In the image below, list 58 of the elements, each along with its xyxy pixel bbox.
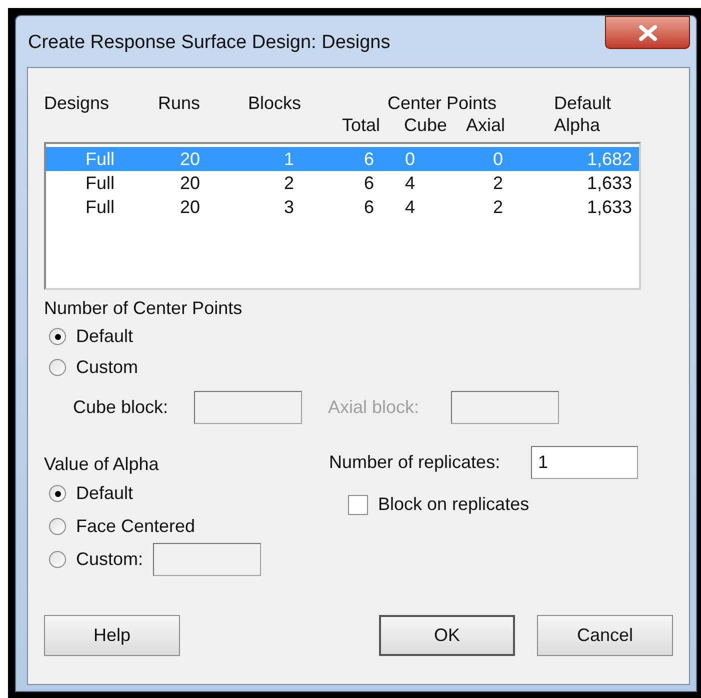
section-label: Number of Center Points [44, 297, 244, 320]
table-cell-text: Full [84, 196, 116, 219]
column-header: Axial [466, 114, 506, 136]
table-cell-text: Full [84, 148, 116, 171]
table-cell-text: 20 [178, 148, 202, 171]
table-cell-text: 20 [178, 196, 202, 219]
radio-button[interactable] [49, 551, 66, 568]
table-cell-text: 2 [282, 172, 295, 195]
dialog-button[interactable]: Help [44, 615, 180, 656]
table-cell-text: 1 [282, 148, 295, 171]
column-header: Designs [44, 92, 110, 115]
table-cell-text: 1,633 [586, 172, 632, 195]
checkbox-label: Block on replicates [378, 493, 530, 516]
table-cell-text: 1,682 [586, 148, 632, 171]
dialog-button[interactable]: Cancel [537, 615, 673, 656]
window-title: Create Response Surface Design: Designs [28, 31, 390, 55]
radio-label: Custom [76, 356, 138, 379]
radio-label: Custom: [76, 548, 144, 571]
cube-block-field[interactable] [194, 390, 302, 424]
radio-label: Default [76, 325, 134, 348]
column-header: Total [342, 114, 382, 136]
table-cell-text: 6 [362, 148, 375, 171]
table-cell-text: 1,633 [586, 196, 632, 219]
radio-label: Face Centered [76, 515, 196, 538]
close-icon [638, 24, 658, 40]
radio-button[interactable] [49, 518, 66, 535]
table-cell-text: 0 [492, 148, 504, 171]
column-header: Blocks [248, 92, 302, 115]
radio-button[interactable] [49, 485, 66, 502]
radio-button[interactable] [49, 359, 66, 376]
column-header: Runs [158, 92, 202, 115]
checkbox[interactable] [348, 494, 368, 514]
table-cell-text: 6 [362, 196, 375, 219]
table-cell-text: 4 [404, 172, 416, 195]
field-label: Axial block: [328, 396, 420, 418]
dialog-button[interactable]: OK [379, 615, 515, 656]
axial-block-field[interactable] [451, 390, 559, 424]
field-label: Cube block: [73, 396, 170, 418]
radio-button[interactable] [49, 328, 66, 345]
field-label: Number of replicates: [329, 450, 502, 474]
table-cell-text: 2 [492, 172, 504, 195]
radio-label: Default [76, 482, 134, 505]
column-header: Cube [404, 114, 448, 136]
table-cell-text: 20 [178, 172, 202, 195]
column-header: Default Alpha [554, 92, 612, 137]
replicates-field[interactable]: 1 [531, 446, 638, 478]
design-row[interactable]: Full 20 3 6 4 2 1,633 [46, 195, 639, 219]
table-cell-text: 6 [362, 172, 375, 195]
table-cell-text: 2 [492, 196, 504, 219]
section-label: Value of Alpha [44, 453, 160, 476]
table-cell-text: 0 [404, 148, 416, 171]
table-cell-text: 3 [282, 196, 295, 219]
table-cell-text: 4 [404, 196, 416, 219]
design-row[interactable]: Full 20 2 6 4 2 1,633 [46, 171, 639, 195]
column-header: Center Points [387, 92, 497, 114]
custom-alpha-field[interactable] [153, 543, 262, 576]
close-button[interactable] [605, 16, 690, 49]
table-cell-text: Full [84, 172, 116, 195]
